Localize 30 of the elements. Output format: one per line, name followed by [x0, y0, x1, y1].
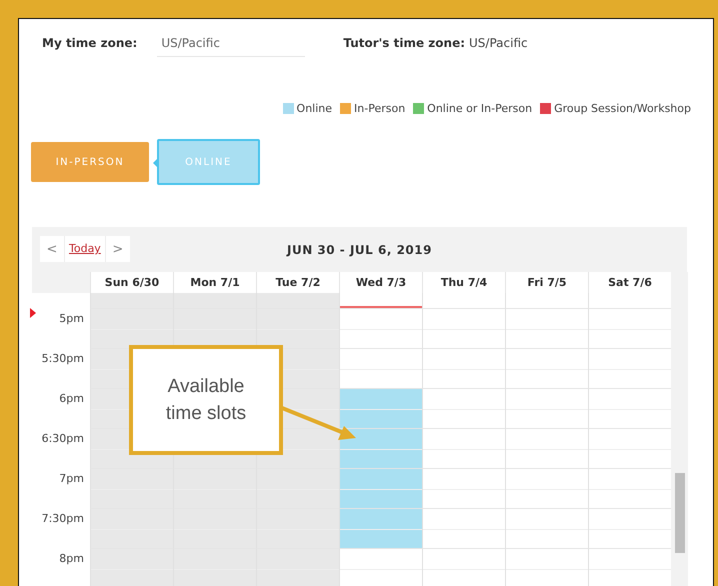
mode-button[interactable]: IN-PERSON	[31, 142, 149, 182]
day-header: Mon 7/1	[173, 272, 256, 293]
legend-label: Online or In-Person	[427, 102, 532, 114]
week-title: JUN 30 - JUL 6, 2019	[287, 242, 432, 256]
timezone-label: My time zone:	[42, 36, 138, 50]
time-label: 7:30pm	[42, 512, 84, 527]
time-label: 5pm	[59, 312, 84, 327]
tutor-timezone-label: Tutor's time zone:	[343, 36, 466, 50]
scrollbar-thumb[interactable]	[675, 473, 685, 553]
time-label: 8pm	[59, 552, 84, 567]
tutor-timezone-value: US/Pacific	[469, 36, 528, 50]
time-label: 6pm	[59, 392, 84, 407]
available-slot[interactable]	[339, 508, 422, 548]
day-header: Wed 7/3	[339, 272, 422, 293]
legend-label: In-Person	[354, 102, 406, 114]
time-label: 7pm	[59, 472, 84, 487]
current-time-marker-icon	[30, 308, 36, 318]
available-slot[interactable]	[339, 468, 422, 508]
day-header: Sat 7/6	[588, 272, 671, 293]
day-header: Thu 7/4	[422, 272, 505, 293]
time-label: 6:30pm	[42, 432, 84, 447]
day-header: Sun 6/30	[90, 272, 173, 293]
available-slot[interactable]	[339, 388, 422, 428]
day-header: Tue 7/2	[256, 272, 339, 293]
legend-label: Online	[296, 102, 332, 114]
time-label: 5:30pm	[42, 352, 84, 367]
callout-text: Available time slots	[166, 375, 246, 426]
day-header: Fri 7/5	[505, 272, 588, 293]
available-slot[interactable]	[339, 428, 422, 468]
legend-label: Group Session/Workshop	[554, 102, 691, 114]
